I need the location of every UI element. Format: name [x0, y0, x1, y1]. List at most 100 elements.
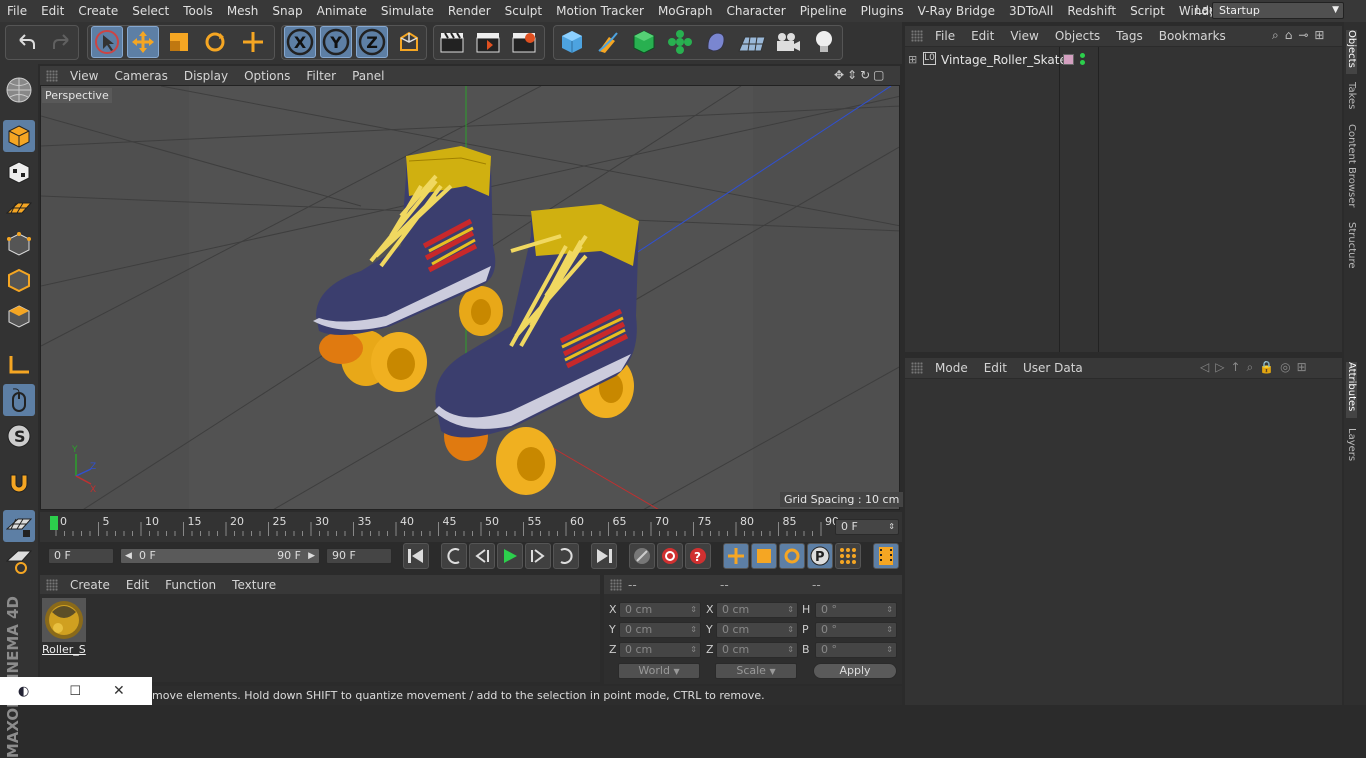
menu-file[interactable]: File	[0, 4, 34, 18]
snap-button[interactable]	[3, 466, 35, 498]
texture-mode-button[interactable]	[3, 156, 35, 188]
frame-range-slider[interactable]: ◀ 0 F 90 F ▶	[120, 548, 320, 564]
previous-key-button[interactable]	[441, 543, 467, 569]
key-position-button[interactable]	[723, 543, 749, 569]
key-parameter-button[interactable]: P	[807, 543, 833, 569]
spline-pen-button[interactable]	[592, 26, 624, 58]
rotation-value-field[interactable]: 0 ° ⇕	[815, 642, 897, 658]
attribute-nav-icons[interactable]: ◁▷↑⌕🔒◎⊞	[1200, 360, 1313, 375]
tab-structure[interactable]: Structure	[1346, 222, 1357, 269]
apply-button[interactable]: Apply	[813, 663, 897, 679]
tweak-mode-button[interactable]	[3, 384, 35, 416]
polygons-mode-button[interactable]	[3, 300, 35, 332]
live-selection-button[interactable]	[91, 26, 123, 58]
render-settings-button[interactable]	[508, 26, 540, 58]
nurbs-button[interactable]	[628, 26, 660, 58]
viewport-menu-display[interactable]: Display	[176, 69, 236, 83]
menu-pipeline[interactable]: Pipeline	[793, 4, 854, 18]
menu-tools[interactable]: Tools	[176, 4, 220, 18]
viewport-menu-options[interactable]: Options	[236, 69, 298, 83]
viewport-nav-icons[interactable]: ✥⇕↻▢	[834, 68, 888, 82]
menu-create[interactable]: Create	[71, 4, 125, 18]
points-mode-button[interactable]	[3, 228, 35, 260]
menu-animate[interactable]: Animate	[310, 4, 374, 18]
lock-x-axis-button[interactable]: X	[284, 26, 316, 58]
attributes-menu-mode[interactable]: Mode	[927, 361, 976, 375]
viewport-menu-panel[interactable]: Panel	[344, 69, 392, 83]
menu-v-ray-bridge[interactable]: V-Ray Bridge	[911, 4, 1002, 18]
undo-button[interactable]	[10, 26, 42, 58]
go-to-end-button[interactable]	[591, 543, 617, 569]
objects-menu-edit[interactable]: Edit	[963, 29, 1002, 43]
edges-mode-button[interactable]	[3, 264, 35, 296]
planar-workplane-button[interactable]	[3, 546, 35, 578]
material-name[interactable]: Roller_S	[42, 643, 86, 656]
playhead-marker[interactable]	[50, 516, 58, 530]
menu-character[interactable]: Character	[719, 4, 792, 18]
move-tool-button[interactable]	[127, 26, 159, 58]
scale-tool-button[interactable]	[163, 26, 195, 58]
tab-objects[interactable]: Objects	[1346, 30, 1357, 74]
material-menu-create[interactable]: Create	[62, 578, 118, 592]
menu-motion-tracker[interactable]: Motion Tracker	[549, 4, 651, 18]
size-value-field[interactable]: 0 cm ⇕	[716, 622, 798, 638]
object-manager-search-icons[interactable]: ⌕⌂⊸⊞	[1272, 28, 1330, 43]
redo-button[interactable]	[46, 26, 78, 58]
solo-mode-button[interactable]: S	[3, 420, 35, 452]
next-frame-button[interactable]	[525, 543, 551, 569]
render-picture-viewer-button[interactable]	[472, 26, 504, 58]
camera-button[interactable]	[772, 26, 804, 58]
key-scale-button[interactable]	[751, 543, 777, 569]
attributes-menu-edit[interactable]: Edit	[976, 361, 1015, 375]
objects-menu-objects[interactable]: Objects	[1047, 29, 1108, 43]
objects-menu-tags[interactable]: Tags	[1108, 29, 1151, 43]
tab-content-browser[interactable]: Content Browser	[1346, 124, 1357, 207]
material-menu-texture[interactable]: Texture	[224, 578, 284, 592]
tab-layers[interactable]: Layers	[1346, 428, 1357, 461]
lock-y-axis-button[interactable]: Y	[320, 26, 352, 58]
rotation-value-field[interactable]: 0 ° ⇕	[815, 622, 897, 638]
coordinate-mode-dropdown[interactable]: World ▼	[618, 663, 700, 679]
object-name[interactable]: Vintage_Roller_Skates	[941, 53, 1073, 67]
viewport-menu-view[interactable]: View	[62, 69, 106, 83]
attributes-menu-user-data[interactable]: User Data	[1015, 361, 1091, 375]
menu-plugins[interactable]: Plugins	[854, 4, 911, 18]
layout-select[interactable]: Startup ▼	[1212, 2, 1344, 19]
workplane-button[interactable]	[3, 192, 35, 224]
rotate-tool-button[interactable]	[199, 26, 231, 58]
menu-sculpt[interactable]: Sculpt	[498, 4, 549, 18]
position-value-field[interactable]: 0 cm ⇕	[619, 602, 701, 618]
menu-redshift[interactable]: Redshift	[1060, 4, 1123, 18]
menu-mesh[interactable]: Mesh	[220, 4, 266, 18]
menu-mograph[interactable]: MoGraph	[651, 4, 720, 18]
menu-simulate[interactable]: Simulate	[374, 4, 441, 18]
render-view-button[interactable]	[436, 26, 468, 58]
current-frame-field[interactable]: 0 F ⇕	[835, 519, 899, 535]
menu-3dtoall[interactable]: 3DToAll	[1002, 4, 1060, 18]
floor-button[interactable]	[736, 26, 768, 58]
previous-frame-button[interactable]	[469, 543, 495, 569]
mograph-cloner-button[interactable]	[664, 26, 696, 58]
cinema4d-app-icon[interactable]: ◐	[18, 684, 29, 699]
material-menu-edit[interactable]: Edit	[118, 578, 157, 592]
menu-script[interactable]: Script	[1123, 4, 1172, 18]
size-value-field[interactable]: 0 cm ⇕	[716, 642, 798, 658]
key-rotation-button[interactable]	[779, 543, 805, 569]
editor-visibility-dot[interactable]	[1080, 53, 1085, 58]
coordinate-system-button[interactable]	[393, 26, 425, 58]
viewport-menu-filter[interactable]: Filter	[298, 69, 344, 83]
next-key-button[interactable]	[553, 543, 579, 569]
start-frame-field[interactable]: 0 F	[48, 548, 114, 564]
timeline-window-button[interactable]	[873, 543, 899, 569]
maximize-icon[interactable]: ☐	[69, 684, 81, 699]
position-value-field[interactable]: 0 cm ⇕	[619, 622, 701, 638]
tab-takes[interactable]: Takes	[1346, 82, 1357, 109]
size-value-field[interactable]: 0 cm ⇕	[716, 602, 798, 618]
model-mode-button[interactable]	[3, 120, 35, 152]
layer-color-tag[interactable]	[1063, 54, 1074, 65]
make-editable-button[interactable]	[3, 74, 35, 106]
render-visibility-dot[interactable]	[1080, 60, 1085, 65]
menu-edit[interactable]: Edit	[34, 4, 71, 18]
viewport-menu-cameras[interactable]: Cameras	[106, 69, 175, 83]
cube-primitive-button[interactable]	[556, 26, 588, 58]
